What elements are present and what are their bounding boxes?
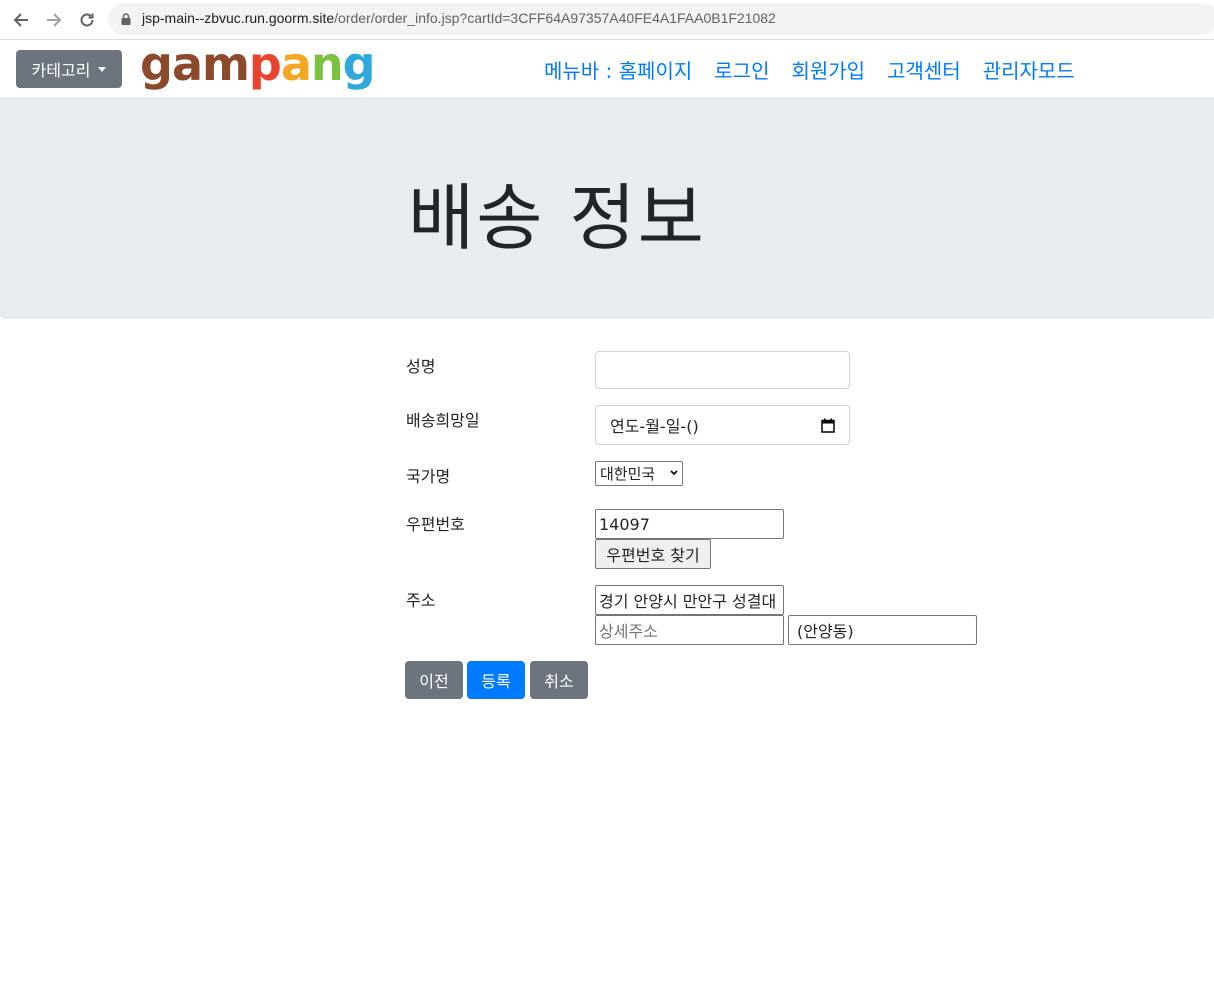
logo-letter: a bbox=[280, 37, 312, 91]
find-zip-button[interactable]: 우편번호 찾기 bbox=[595, 539, 711, 569]
url-host: jsp-main--zbvuc.run.goorm.site bbox=[142, 10, 335, 26]
url-path: /order/order_info.jsp?cartId=3CFF64A9735… bbox=[334, 10, 776, 26]
logo-letter: m bbox=[201, 37, 250, 91]
category-dropdown-button[interactable]: 카테고리 bbox=[16, 50, 122, 88]
logo-letter: g bbox=[342, 37, 376, 91]
delivery-date-label: 배송희망일 bbox=[406, 411, 480, 430]
address-extra-input[interactable]: (안양동) bbox=[788, 615, 977, 645]
logo-letter: n bbox=[310, 37, 344, 91]
address-label: 주소 bbox=[406, 591, 436, 610]
site-navbar: 카테고리 gampang 메뉴바 : 홈페이지 로그인 회원가입 고객센터 관리자모드 bbox=[0, 37, 1214, 97]
zip-label: 우편번호 bbox=[406, 515, 465, 534]
cancel-button[interactable]: 취소 bbox=[530, 661, 588, 699]
nav-link-admin[interactable]: 관리자모드 bbox=[983, 55, 1075, 84]
name-label: 성명 bbox=[406, 357, 436, 376]
country-value: 대한민국 bbox=[600, 465, 656, 483]
calendar-icon[interactable] bbox=[821, 418, 835, 433]
country-label: 국가명 bbox=[406, 467, 451, 486]
country-select[interactable]: 대한민국 bbox=[595, 461, 683, 486]
nav-link-signup[interactable]: 회원가입 bbox=[791, 55, 865, 84]
logo-letter: a bbox=[171, 37, 203, 91]
submit-button[interactable]: 등록 bbox=[467, 661, 525, 699]
gampang-logo[interactable]: gampang bbox=[140, 37, 376, 91]
nav-link-login[interactable]: 로그인 bbox=[714, 55, 769, 84]
chevron-down-icon bbox=[98, 66, 107, 72]
prev-button[interactable]: 이전 bbox=[405, 661, 463, 699]
chevron-down-icon bbox=[670, 470, 678, 476]
url-text: jsp-main--zbvuc.run.goorm.site/order/ord… bbox=[142, 10, 776, 26]
forward-arrow-icon[interactable] bbox=[42, 8, 66, 32]
delivery-date-value: 연도-월-일-() bbox=[610, 417, 699, 436]
address-bar[interactable]: jsp-main--zbvuc.run.goorm.site/order/ord… bbox=[108, 3, 1214, 35]
name-input[interactable] bbox=[595, 351, 850, 389]
reload-icon[interactable] bbox=[75, 8, 99, 32]
jumbotron: 배송 정보 bbox=[0, 97, 1214, 319]
nav-links: 메뉴바 : 홈페이지 로그인 회원가입 고객센터 관리자모드 bbox=[544, 55, 1097, 84]
logo-letter: g bbox=[140, 37, 173, 91]
back-arrow-icon[interactable] bbox=[9, 8, 33, 32]
page-title: 배송 정보 bbox=[408, 176, 706, 260]
category-label: 카테고리 bbox=[31, 61, 91, 80]
logo-letter: p bbox=[248, 37, 282, 91]
lock-icon bbox=[121, 13, 131, 25]
browser-toolbar: jsp-main--zbvuc.run.goorm.site/order/ord… bbox=[0, 0, 1214, 40]
address-input[interactable]: 경기 안양시 만안구 성결대 bbox=[595, 585, 784, 615]
nav-link-home[interactable]: 메뉴바 : 홈페이지 bbox=[544, 55, 692, 84]
nav-link-support[interactable]: 고객센터 bbox=[887, 55, 961, 84]
address-detail-input[interactable]: 상세주소 bbox=[595, 615, 784, 645]
delivery-date-input[interactable]: 연도-월-일-() bbox=[595, 405, 850, 445]
zip-input[interactable]: 14097 bbox=[595, 509, 784, 539]
